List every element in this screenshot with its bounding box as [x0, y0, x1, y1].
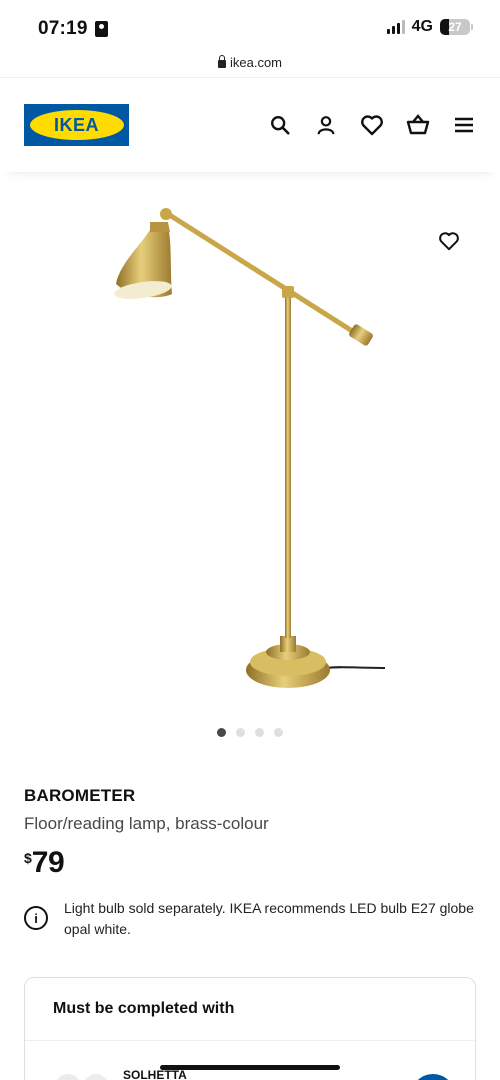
carousel-dot[interactable]	[217, 728, 226, 737]
carousel-dot[interactable]	[274, 728, 283, 737]
wishlist-button[interactable]	[434, 226, 464, 256]
carousel-dot[interactable]	[236, 728, 245, 737]
account-icon[interactable]	[314, 113, 338, 137]
notice-text: Light bulb sold separately. IKEA recomme…	[64, 900, 474, 937]
id-card-icon	[95, 21, 108, 37]
signal-icon	[386, 20, 405, 34]
heart-icon[interactable]	[360, 113, 384, 137]
address-bar[interactable]: ikea.com	[0, 52, 500, 78]
heart-outline-icon	[439, 232, 459, 251]
status-indicators: 4G 27	[386, 18, 473, 36]
price-amount: 79	[31, 846, 65, 879]
product-description: Floor/reading lamp, brass-colour	[24, 814, 269, 833]
network-label: 4G	[411, 18, 433, 35]
product-image[interactable]	[0, 180, 500, 720]
ikea-logo[interactable]: IKEA	[24, 104, 129, 146]
complete-with-title: Must be completed with	[53, 1000, 235, 1017]
price-currency: $	[24, 850, 32, 866]
search-icon[interactable]	[268, 113, 292, 137]
carousel-indicator	[0, 728, 500, 737]
product-thumbnail[interactable]	[55, 1074, 81, 1080]
url-text: ikea.com	[229, 55, 283, 70]
status-bar: 07:19 4G 27	[0, 0, 500, 52]
product-price: $ 79	[24, 846, 65, 880]
header-actions	[268, 113, 476, 137]
logo-oval: IKEA	[29, 110, 124, 140]
battery-icon: 27	[440, 19, 473, 35]
battery-level: 27	[448, 20, 462, 34]
lamp-illustration	[114, 208, 386, 688]
product-thumbnail[interactable]	[83, 1074, 109, 1080]
bulb-notice: i Light bulb sold separately. IKEA recom…	[24, 898, 476, 940]
card-divider	[25, 1040, 475, 1041]
add-to-bag-button[interactable]	[411, 1074, 455, 1080]
logo-text: IKEA	[53, 114, 99, 135]
product-name: BAROMETER	[24, 786, 136, 805]
info-icon: i	[24, 906, 48, 930]
status-time: 07:19	[38, 18, 88, 39]
basket-icon[interactable]	[406, 113, 430, 137]
home-indicator[interactable]	[160, 1065, 340, 1070]
carousel-dot[interactable]	[255, 728, 264, 737]
lock-icon	[217, 55, 226, 68]
site-header: IKEA	[0, 80, 500, 172]
menu-icon[interactable]	[452, 113, 476, 137]
